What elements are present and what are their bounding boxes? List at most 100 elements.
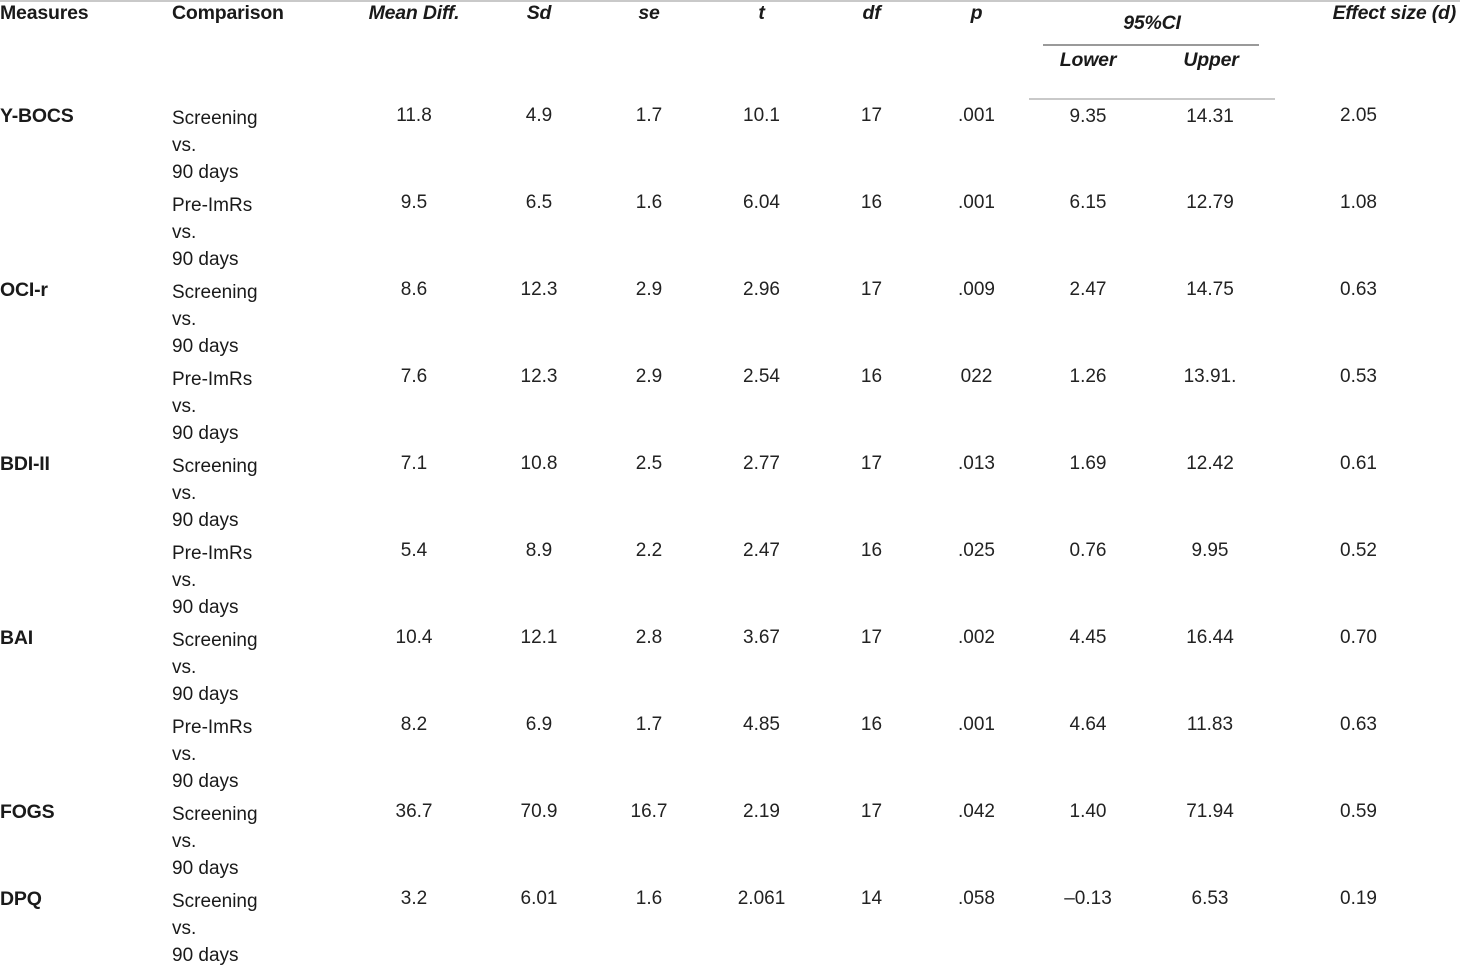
measure-cell-text: FOGS — [0, 801, 55, 823]
ci-upper-cell-text: 11.83 — [1186, 714, 1234, 735]
effect-size-cell: 2.05 — [1275, 99, 1460, 186]
table-body: Y-BOCS Screening vs. 90 days 11.8 4.9 1.7 10.… — [0, 99, 1460, 969]
p-cell-text: .058 — [958, 888, 995, 909]
sd-cell-text: 12.3 — [520, 279, 558, 300]
header-effect-size: Effect size (d) — [1275, 0, 1460, 99]
ci-upper-cell-text: 13.91. — [1183, 366, 1237, 387]
mean-diff-cell: 7.6 — [344, 360, 484, 447]
table-row: BDI-II Screening vs. 90 days 7.1 10.8 2.5 2.7… — [0, 447, 1460, 534]
ci-upper-cell: 12.42 — [1147, 447, 1275, 534]
df-cell-text: 17 — [860, 279, 883, 300]
effect-size-cell: 0.63 — [1275, 273, 1460, 360]
ci-lower-cell: 4.64 — [1029, 708, 1147, 795]
ci-upper-cell-text: 14.31 — [1186, 106, 1234, 127]
p-cell: .001 — [924, 186, 1029, 273]
t-cell-text: 6.04 — [743, 192, 780, 213]
effect-size-cell-text: 0.53 — [1340, 366, 1377, 387]
mean-diff-cell-text: 3.2 — [400, 888, 428, 909]
ci-lower-cell-text: 2.47 — [1069, 279, 1107, 300]
se-cell: 1.7 — [594, 708, 704, 795]
ci-lower-cell-text: 6.15 — [1069, 192, 1107, 213]
sd-cell-text: 12.3 — [520, 366, 558, 387]
se-cell: 2.9 — [594, 273, 704, 360]
sd-cell-text: 6.9 — [525, 714, 553, 735]
p-cell: .001 — [924, 99, 1029, 186]
sd-cell: 8.9 — [484, 534, 594, 621]
effect-size-cell: 0.61 — [1275, 447, 1460, 534]
mean-diff-cell: 7.1 — [344, 447, 484, 534]
measure-cell — [0, 186, 172, 273]
p-cell-text: .013 — [958, 453, 995, 474]
se-cell: 2.5 — [594, 447, 704, 534]
measure-cell-text: BAI — [0, 627, 33, 649]
df-cell: 16 — [819, 360, 924, 447]
t-cell: 10.1 — [704, 99, 819, 186]
mean-diff-cell-text: 7.6 — [400, 366, 428, 387]
header-p: p — [924, 0, 1029, 99]
table-row: OCI-r Screening vs. 90 days 8.6 12.3 2.9 2.96… — [0, 273, 1460, 360]
ci-upper-cell: 11.83 — [1147, 708, 1275, 795]
ci-lower-cell-text: 0.76 — [1069, 540, 1107, 561]
comparison-cell: Screening vs. 90 days — [172, 447, 344, 534]
header-comparison: Comparison — [172, 0, 344, 99]
table-row: BAI Screening vs. 90 days 10.4 12.1 2.8 3.67 1… — [0, 621, 1460, 708]
mean-diff-cell-text: 8.6 — [400, 279, 428, 300]
comparison-cell: Pre-ImRs vs. 90 days — [172, 534, 344, 621]
t-cell: 2.96 — [704, 273, 819, 360]
sd-cell: 12.3 — [484, 360, 594, 447]
t-cell: 2.47 — [704, 534, 819, 621]
effect-size-cell-text: 1.08 — [1340, 192, 1377, 213]
effect-size-cell-text: 0.59 — [1340, 801, 1377, 822]
ci-upper-cell-text: 71.94 — [1186, 801, 1234, 822]
table-row: Pre-ImRs vs. 90 days 7.6 12.3 2.9 2.54 16 022 1… — [0, 360, 1460, 447]
se-cell-text: 2.9 — [635, 366, 663, 387]
measure-cell: OCI-r — [0, 273, 172, 360]
ci-upper-cell: 9.95 — [1147, 534, 1275, 621]
header-measures: Measures — [0, 0, 172, 99]
ci-lower-cell-text: –0.13 — [1064, 888, 1112, 909]
p-cell-text: .042 — [958, 801, 995, 822]
t-cell-text: 2.47 — [743, 540, 780, 561]
comparison-cell-text: Pre-ImRs vs. 90 days — [172, 717, 253, 792]
measure-cell — [0, 708, 172, 795]
df-cell-text: 16 — [860, 192, 883, 213]
comparison-cell: Pre-ImRs vs. 90 days — [172, 186, 344, 273]
comparison-cell-text: Screening vs. 90 days — [172, 630, 258, 705]
ci-lower-cell: 9.35 — [1029, 99, 1147, 186]
p-cell-text: 022 — [960, 366, 993, 387]
t-cell-text: 4.85 — [743, 714, 780, 735]
p-cell-text: .001 — [958, 105, 995, 126]
sd-cell: 12.3 — [484, 273, 594, 360]
t-cell: 2.77 — [704, 447, 819, 534]
se-cell-text: 16.7 — [630, 801, 668, 822]
se-cell-text: 2.2 — [635, 540, 663, 561]
effect-size-cell-text: 0.63 — [1340, 279, 1377, 300]
comparison-cell-text: Pre-ImRs vs. 90 days — [172, 543, 253, 618]
t-cell: 2.19 — [704, 795, 819, 882]
p-cell-text: .001 — [958, 714, 995, 735]
header-mean-diff: Mean Diff. — [344, 0, 484, 99]
measure-cell-text — [0, 186, 172, 192]
ci-upper-cell-text: 16.44 — [1186, 627, 1234, 648]
se-cell: 16.7 — [594, 795, 704, 882]
t-cell: 4.85 — [704, 708, 819, 795]
ci-lower-cell: 0.76 — [1029, 534, 1147, 621]
p-cell-text: .009 — [958, 279, 995, 300]
sd-cell: 6.9 — [484, 708, 594, 795]
comparison-cell: Screening vs. 90 days — [172, 99, 344, 186]
ci-upper-cell-text: 14.75 — [1186, 279, 1234, 300]
sd-cell-text: 10.8 — [520, 453, 558, 474]
ci-upper-cell-text: 9.95 — [1191, 540, 1229, 561]
sd-cell-text: 8.9 — [525, 540, 553, 561]
mean-diff-cell: 5.4 — [344, 534, 484, 621]
comparison-cell: Screening vs. 90 days — [172, 273, 344, 360]
header-t: t — [704, 0, 819, 99]
t-cell-text: 2.54 — [743, 366, 780, 387]
mean-diff-cell: 10.4 — [344, 621, 484, 708]
effect-size-cell: 1.08 — [1275, 186, 1460, 273]
comparison-cell-text: Pre-ImRs vs. 90 days — [172, 369, 253, 444]
ci-lower-cell: 1.26 — [1029, 360, 1147, 447]
ci-upper-cell: 13.91. — [1147, 360, 1275, 447]
df-cell-text: 16 — [860, 540, 883, 561]
se-cell-text: 1.7 — [635, 714, 663, 735]
